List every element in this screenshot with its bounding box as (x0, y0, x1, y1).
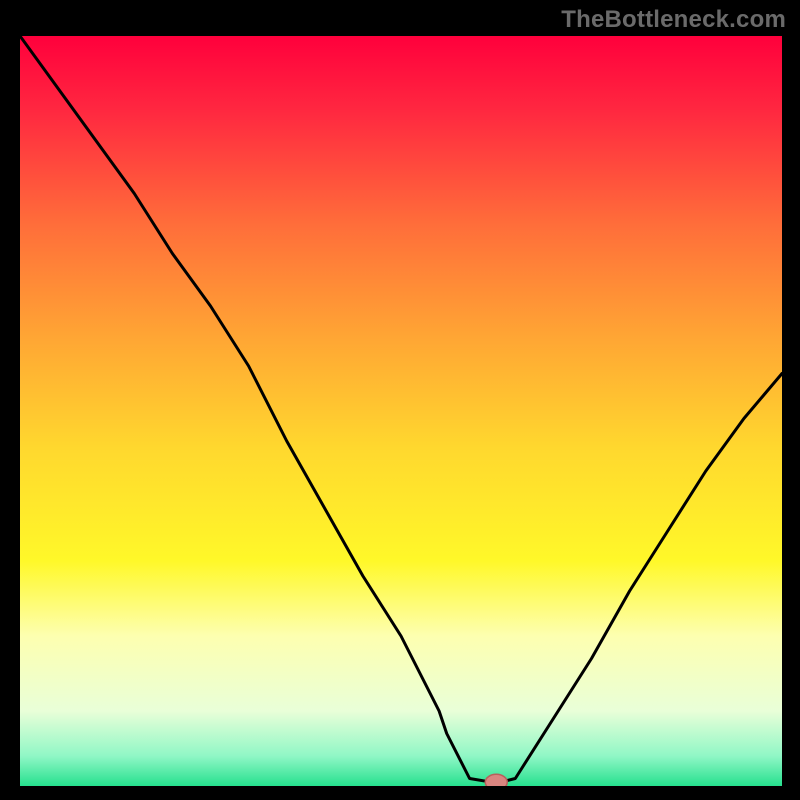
optimal-point-marker (485, 774, 507, 786)
bottleneck-chart (20, 36, 782, 786)
chart-plot-area (20, 36, 782, 786)
gradient-background (20, 36, 782, 786)
watermark-text: TheBottleneck.com (561, 6, 786, 34)
